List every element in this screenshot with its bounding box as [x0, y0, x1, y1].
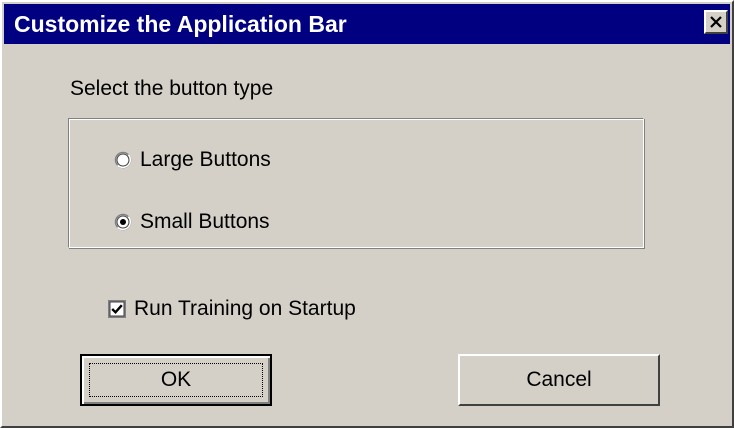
cancel-button-label: Cancel [526, 368, 592, 391]
large-buttons-radio[interactable]: Large Buttons [114, 147, 271, 173]
small-buttons-radio[interactable]: Small Buttons [114, 209, 270, 235]
close-button[interactable] [704, 10, 728, 34]
close-icon [710, 16, 722, 28]
window-title: Customize the Application Bar [14, 11, 347, 37]
ok-button-label: OK [160, 368, 192, 391]
title-bar[interactable]: Customize the Application Bar [4, 4, 730, 44]
run-training-label: Run Training on Startup [134, 297, 356, 320]
small-buttons-label: Small Buttons [140, 210, 270, 233]
radio-selected-icon [114, 213, 132, 231]
focus-rectangle: OK [89, 363, 263, 397]
customize-application-bar-dialog: Customize the Application Bar Select the… [0, 0, 734, 428]
checkmark-icon [108, 300, 126, 318]
run-training-checkbox[interactable]: Run Training on Startup [108, 296, 356, 322]
cancel-button[interactable]: Cancel [458, 354, 660, 406]
button-type-label: Select the button type [70, 77, 274, 100]
ok-button[interactable]: OK [80, 354, 272, 406]
radio-unselected-icon [114, 151, 132, 169]
large-buttons-label: Large Buttons [140, 148, 271, 171]
